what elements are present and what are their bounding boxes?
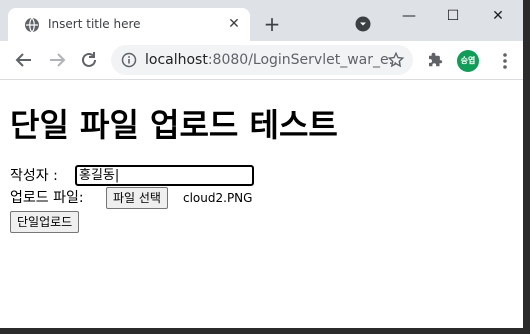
info-icon[interactable] — [121, 52, 137, 68]
tab-strip: Insert title here ✕ + — ☐ ✕ — [0, 0, 523, 41]
globe-icon — [25, 17, 39, 33]
forward-arrow-icon[interactable] — [45, 48, 69, 72]
tab-close-icon[interactable]: ✕ — [226, 16, 242, 32]
url-text: localhost:8080/LoginServlet_war_e... — [145, 52, 402, 68]
single-upload-button[interactable]: 단일업로드 — [10, 211, 80, 233]
minimize-icon[interactable]: — — [387, 4, 431, 28]
avatar[interactable]: 승엽 — [457, 50, 479, 72]
upload-label: 업로드 파일: — [10, 190, 84, 206]
choose-file-button[interactable]: 파일 선택 — [106, 187, 168, 209]
url-host: localhost — [145, 52, 208, 68]
page-content: 단일 파일 업로드 테스트 작성자 : 홍길동| 업로드 파일: 파일 선택 c… — [0, 80, 523, 328]
author-input[interactable]: 홍길동| — [75, 165, 254, 186]
url-path: :8080/LoginServlet_war_e... — [207, 52, 402, 68]
maximize-icon[interactable]: ☐ — [431, 4, 475, 28]
kebab-menu-icon[interactable] — [497, 52, 513, 70]
back-arrow-icon[interactable] — [12, 48, 36, 72]
close-window-icon[interactable]: ✕ — [476, 4, 520, 28]
page-title: 단일 파일 업로드 테스트 — [10, 106, 338, 144]
tab-search-icon[interactable] — [355, 16, 371, 32]
author-label: 작성자 : — [10, 168, 58, 184]
star-icon[interactable] — [387, 51, 405, 69]
browser-tab[interactable]: Insert title here ✕ — [8, 8, 250, 41]
reload-icon[interactable] — [77, 48, 101, 72]
new-tab-icon[interactable]: + — [261, 14, 283, 36]
tab-title: Insert title here — [48, 17, 141, 31]
browser-toolbar: localhost:8080/LoginServlet_war_e... 승엽 — [0, 41, 523, 80]
extensions-icon[interactable] — [426, 52, 444, 70]
selected-file-name: cloud2.PNG — [183, 191, 253, 205]
browser-window: Insert title here ✕ + — ☐ ✕ localhost:80… — [0, 0, 523, 328]
address-bar[interactable]: localhost:8080/LoginServlet_war_e... — [111, 45, 413, 75]
